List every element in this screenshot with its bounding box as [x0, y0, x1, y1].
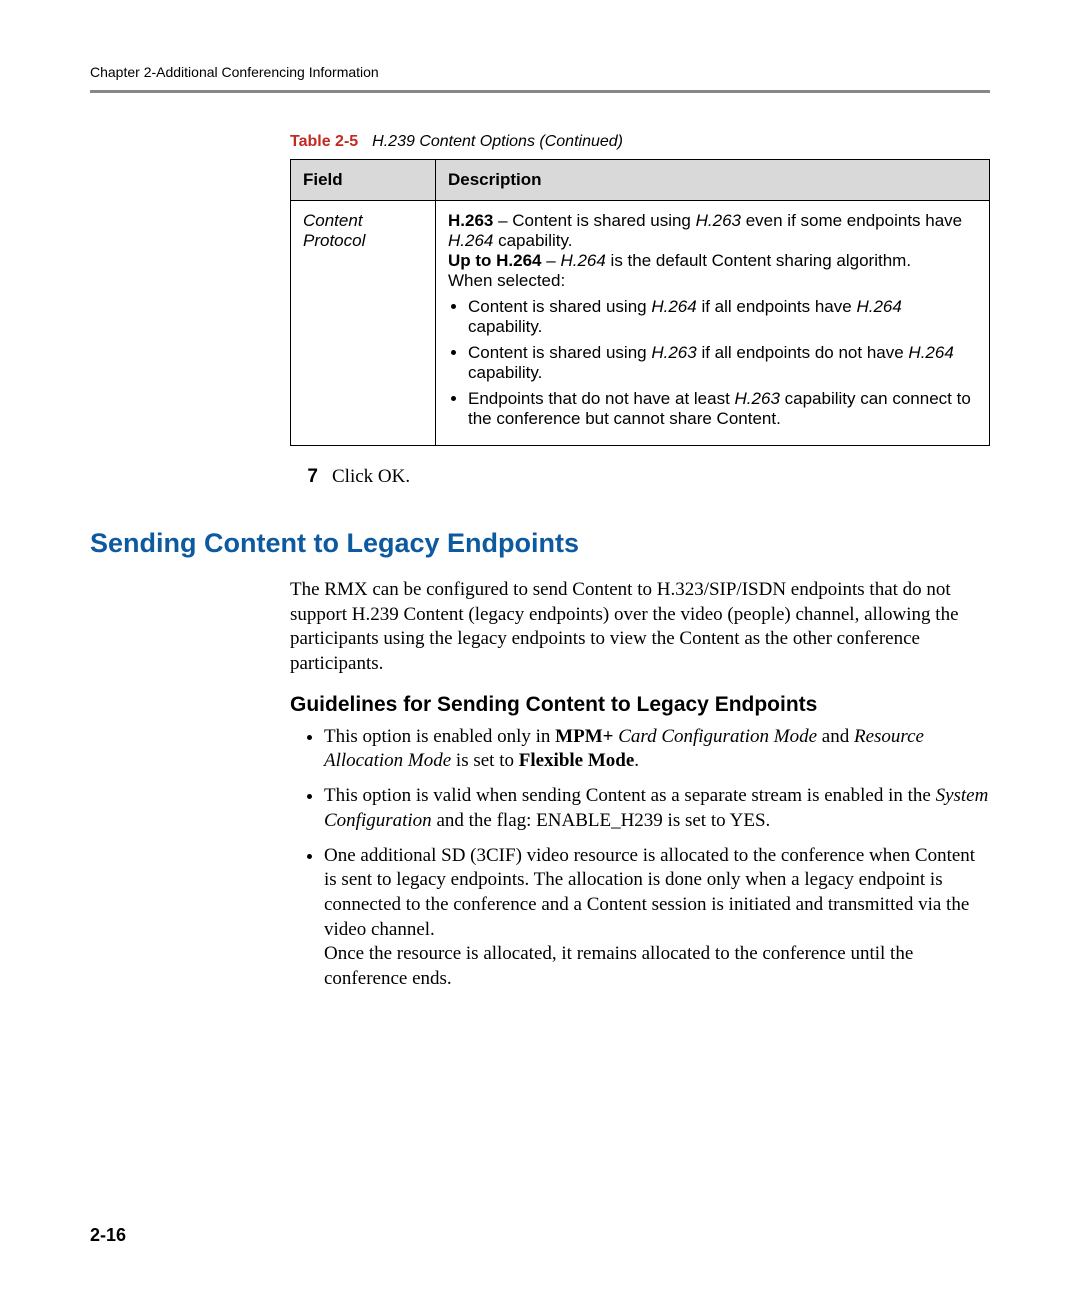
when-selected: When selected:: [448, 271, 565, 290]
text-ital: H.263: [651, 343, 696, 362]
table-row: Content Protocol H.263 – Content is shar…: [291, 201, 990, 446]
list-item: Content is shared using H.264 if all end…: [468, 297, 977, 337]
text-ital: H.264: [856, 297, 901, 316]
text: One additional SD (3CIF) video resource …: [324, 845, 975, 940]
table-block: Table 2-5 H.239 Content Options (Continue…: [290, 133, 990, 488]
text: – Content is shared using: [493, 211, 695, 230]
text: –: [542, 251, 561, 270]
h263-label: H.263: [448, 211, 493, 230]
text: capability.: [468, 363, 542, 382]
header-rule: [90, 90, 990, 93]
intro-paragraph: The RMX can be configured to send Conten…: [290, 578, 990, 677]
table-caption-label: Table 2-5: [290, 133, 358, 150]
list-item: This option is enabled only in MPM+ Card…: [324, 725, 990, 774]
text-ital: Card Configuration Mode: [613, 726, 817, 747]
text: capability.: [468, 317, 542, 336]
text: if all endpoints do not have: [697, 343, 909, 362]
page-number: 2-16: [90, 1225, 126, 1246]
text: Once the resource is allocated, it remai…: [324, 943, 913, 989]
table-caption: Table 2-5 H.239 Content Options (Continue…: [290, 133, 990, 151]
section-body: The RMX can be configured to send Conten…: [290, 578, 990, 992]
upto-label: Up to H.264: [448, 251, 542, 270]
text: This option is enabled only in: [324, 726, 555, 747]
list-item: Content is shared using H.263 if all end…: [468, 343, 977, 383]
table-header-row: Field Description: [291, 160, 990, 201]
text: even if some endpoints have: [741, 211, 962, 230]
text: and: [817, 726, 854, 747]
text: Endpoints that do not have at least: [468, 389, 735, 408]
page: Chapter 2-Additional Conferencing Inform…: [0, 0, 1080, 1306]
text: and the flag: ENABLE_H239 is set to YES.: [432, 810, 771, 831]
text-bold: Flexible Mode: [519, 750, 635, 771]
text-ital: H.264: [908, 343, 953, 362]
guidelines-heading: Guidelines for Sending Content to Legacy…: [290, 693, 990, 717]
text-ital: H.264: [448, 231, 493, 250]
text: if all endpoints have: [697, 297, 857, 316]
section-heading: Sending Content to Legacy Endpoints: [90, 528, 990, 559]
guidelines-list: This option is enabled only in MPM+ Card…: [290, 725, 990, 992]
list-item: This option is valid when sending Conten…: [324, 784, 990, 833]
table-bullet-list: Content is shared using H.264 if all end…: [448, 297, 977, 429]
text: This option is valid when sending Conten…: [324, 785, 936, 806]
col-field: Field: [291, 160, 436, 201]
step-number: 7: [290, 466, 318, 488]
running-head: Chapter 2-Additional Conferencing Inform…: [90, 64, 990, 80]
text-bold: MPM+: [555, 726, 613, 747]
content-options-table: Field Description Content Protocol H.263…: [290, 159, 990, 446]
list-item: One additional SD (3CIF) video resource …: [324, 844, 990, 992]
text-ital: H.263: [735, 389, 780, 408]
text: capability.: [493, 231, 572, 250]
list-item: Endpoints that do not have at least H.26…: [468, 389, 977, 429]
text-ital: H.264: [560, 251, 605, 270]
text: is the default Content sharing algorithm…: [606, 251, 911, 270]
step-text: Click OK.: [332, 466, 410, 488]
text: Content is shared using: [468, 343, 651, 362]
text-ital: H.264: [651, 297, 696, 316]
cell-field: Content Protocol: [291, 201, 436, 446]
table-caption-text: H.239 Content Options (Continued): [372, 133, 623, 150]
col-description: Description: [436, 160, 990, 201]
text: is set to: [451, 750, 519, 771]
text: .: [634, 750, 639, 771]
text-ital: H.263: [696, 211, 741, 230]
text: Content is shared using: [468, 297, 651, 316]
cell-description: H.263 – Content is shared using H.263 ev…: [436, 201, 990, 446]
step-7: 7 Click OK.: [290, 466, 990, 488]
